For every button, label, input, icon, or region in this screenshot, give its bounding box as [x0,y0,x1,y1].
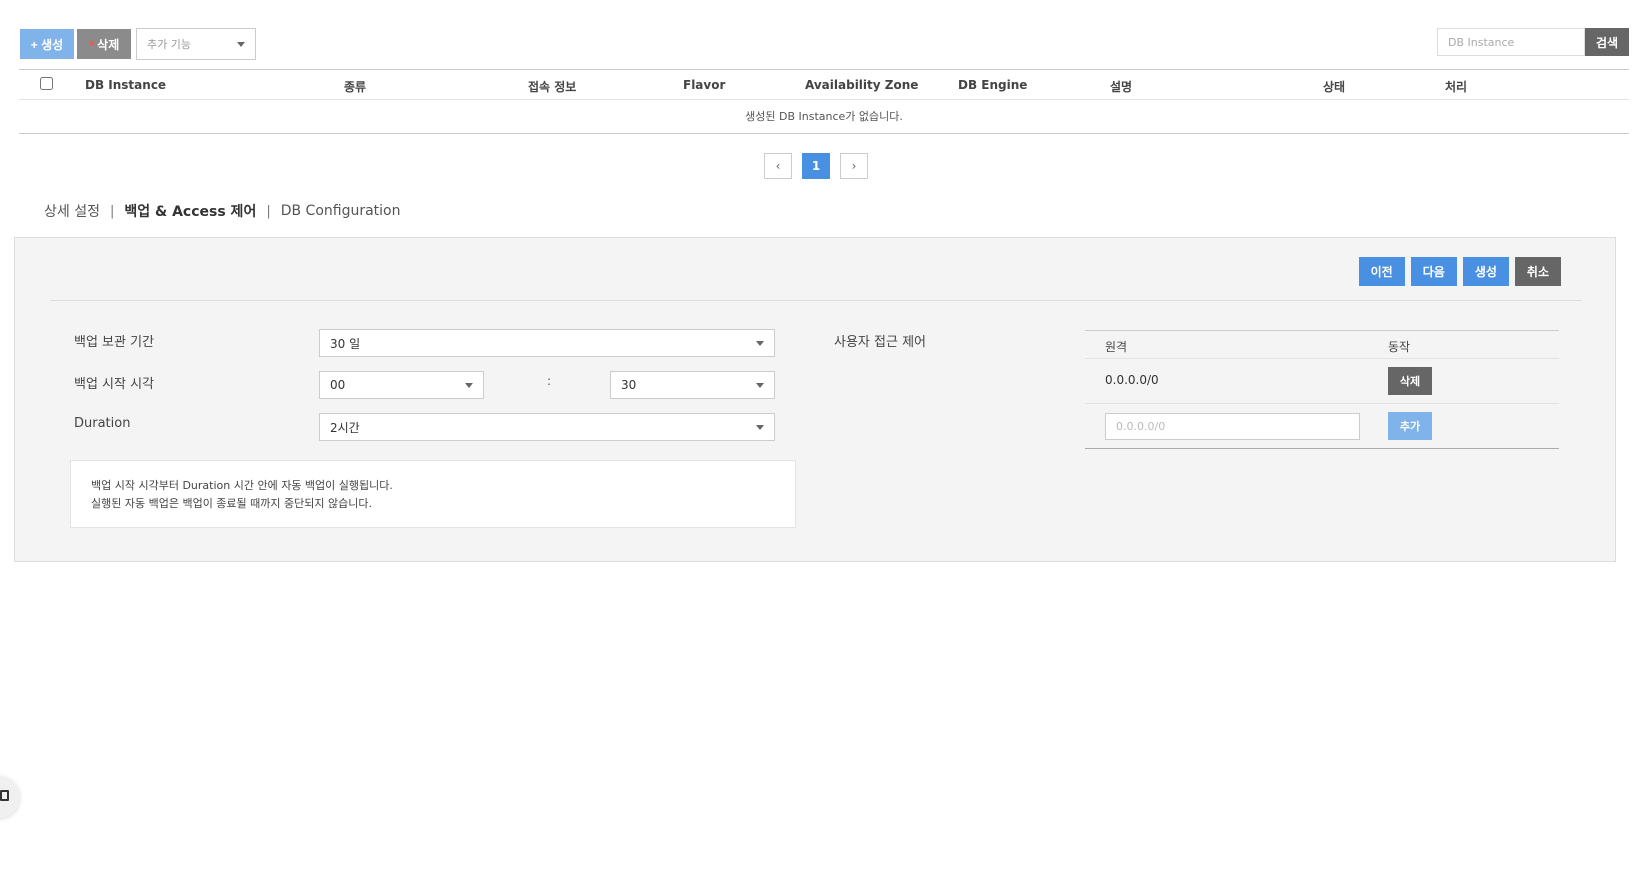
backup-start-label: 백업 시작 시각 [74,377,155,392]
floating-widget-button[interactable] [0,776,20,818]
create-button[interactable]: + 생성 [20,29,74,59]
backup-start-hour-value: 00 [330,378,346,392]
backup-note: 백업 시작 시각부터 Duration 시간 안에 자동 백업이 실행됩니다. … [70,460,796,528]
chevron-down-icon [756,425,764,430]
close-icon: × [88,38,96,50]
backup-note-line: 실행된 자동 백업은 백업이 종료될 때까지 중단되지 않습니다. [91,497,372,510]
column-availability-zone: Availability Zone [805,78,919,92]
backup-start-minute-select[interactable]: 30 [610,371,775,399]
access-control-label: 사용자 접근 제어 [834,335,926,350]
column-action: 처리 [1445,80,1468,94]
prev-button[interactable]: 이전 [1358,257,1405,286]
duration-select[interactable]: 2시간 [319,413,775,441]
extra-functions-placeholder: 추가 기능 [147,38,191,51]
chevron-down-icon [756,383,764,388]
delete-button-label: 삭제 [97,37,120,52]
column-connection-info: 접속 정보 [528,80,577,94]
search-button[interactable]: 검색 [1585,28,1629,56]
backup-start-minute-value: 30 [621,378,637,392]
tab-detail-settings[interactable]: 상세 설정 [44,201,100,221]
tab-separator: | [266,203,271,219]
column-db-engine: DB Engine [958,78,1028,92]
acl-add-button[interactable]: 추가 [1388,412,1432,440]
cancel-button[interactable]: 취소 [1514,257,1561,286]
tab-db-configuration[interactable]: DB Configuration [281,203,401,219]
chevron-down-icon [465,383,473,388]
backup-start-hour-select[interactable]: 00 [319,371,484,399]
prev-page-button[interactable]: ‹ [764,153,792,179]
column-status: 상태 [1323,80,1346,94]
column-db-instance[interactable]: DB Instance [85,78,166,92]
page-button-1[interactable]: 1 [802,153,830,179]
search-input[interactable] [1437,28,1585,56]
backup-retention-value: 30 일 [330,336,361,351]
next-button[interactable]: 다음 [1410,257,1457,286]
chevron-down-icon [237,42,245,47]
delete-button[interactable]: × 삭제 [77,29,131,59]
duration-value: 2시간 [330,420,360,435]
acl-header: 원격 동작 [1085,330,1559,359]
backup-retention-select[interactable]: 30 일 [319,329,775,357]
acl-column-action: 동작 [1388,340,1411,354]
acl-remote-value: 0.0.0.0/0 [1105,373,1159,387]
empty-message: 생성된 DB Instance가 없습니다. [19,100,1629,134]
acl-remote-input[interactable] [1105,413,1360,440]
tab-backup-access[interactable]: 백업 & Access 제어 [124,201,256,221]
search-bar: 검색 [1437,28,1629,56]
chevron-down-icon [756,341,764,346]
next-page-button[interactable]: › [840,153,868,179]
panel-divider [50,300,1582,301]
table-header: DB Instance 종류 접속 정보 Flavor Availability… [19,69,1629,100]
backup-note-line: 백업 시작 시각부터 Duration 시간 안에 자동 백업이 실행됩니다. [91,479,393,492]
acl-delete-button[interactable]: 삭제 [1388,367,1432,395]
panel-actions: 이전 다음 생성 취소 [1358,257,1561,286]
acl-add-row: 추가 [1085,404,1559,449]
widget-icon [0,790,9,801]
duration-label: Duration [74,416,131,431]
column-description: 설명 [1110,80,1133,94]
db-instance-table: DB Instance 종류 접속 정보 Flavor Availability… [19,69,1629,134]
column-type: 종류 [344,80,367,94]
table-row: 0.0.0.0/0 삭제 [1085,359,1559,404]
toolbar: + 생성 × 삭제 추가 기능 [20,28,256,60]
select-all-checkbox[interactable] [40,77,53,90]
access-control-table: 원격 동작 0.0.0.0/0 삭제 추가 [1085,330,1559,449]
backup-access-panel: 이전 다음 생성 취소 백업 보관 기간 30 일 백업 시작 시각 00 : … [14,237,1616,562]
pagination: ‹ 1 › [764,153,868,179]
acl-column-remote: 원격 [1105,340,1128,354]
backup-retention-label: 백업 보관 기간 [74,335,155,350]
time-separator: : [547,374,552,388]
detail-tabs: 상세 설정 | 백업 & Access 제어 | DB Configuratio… [44,201,401,221]
extra-functions-select[interactable]: 추가 기능 [136,28,256,60]
create-instance-button[interactable]: 생성 [1462,257,1509,286]
column-flavor: Flavor [683,78,726,92]
tab-separator: | [109,203,115,219]
